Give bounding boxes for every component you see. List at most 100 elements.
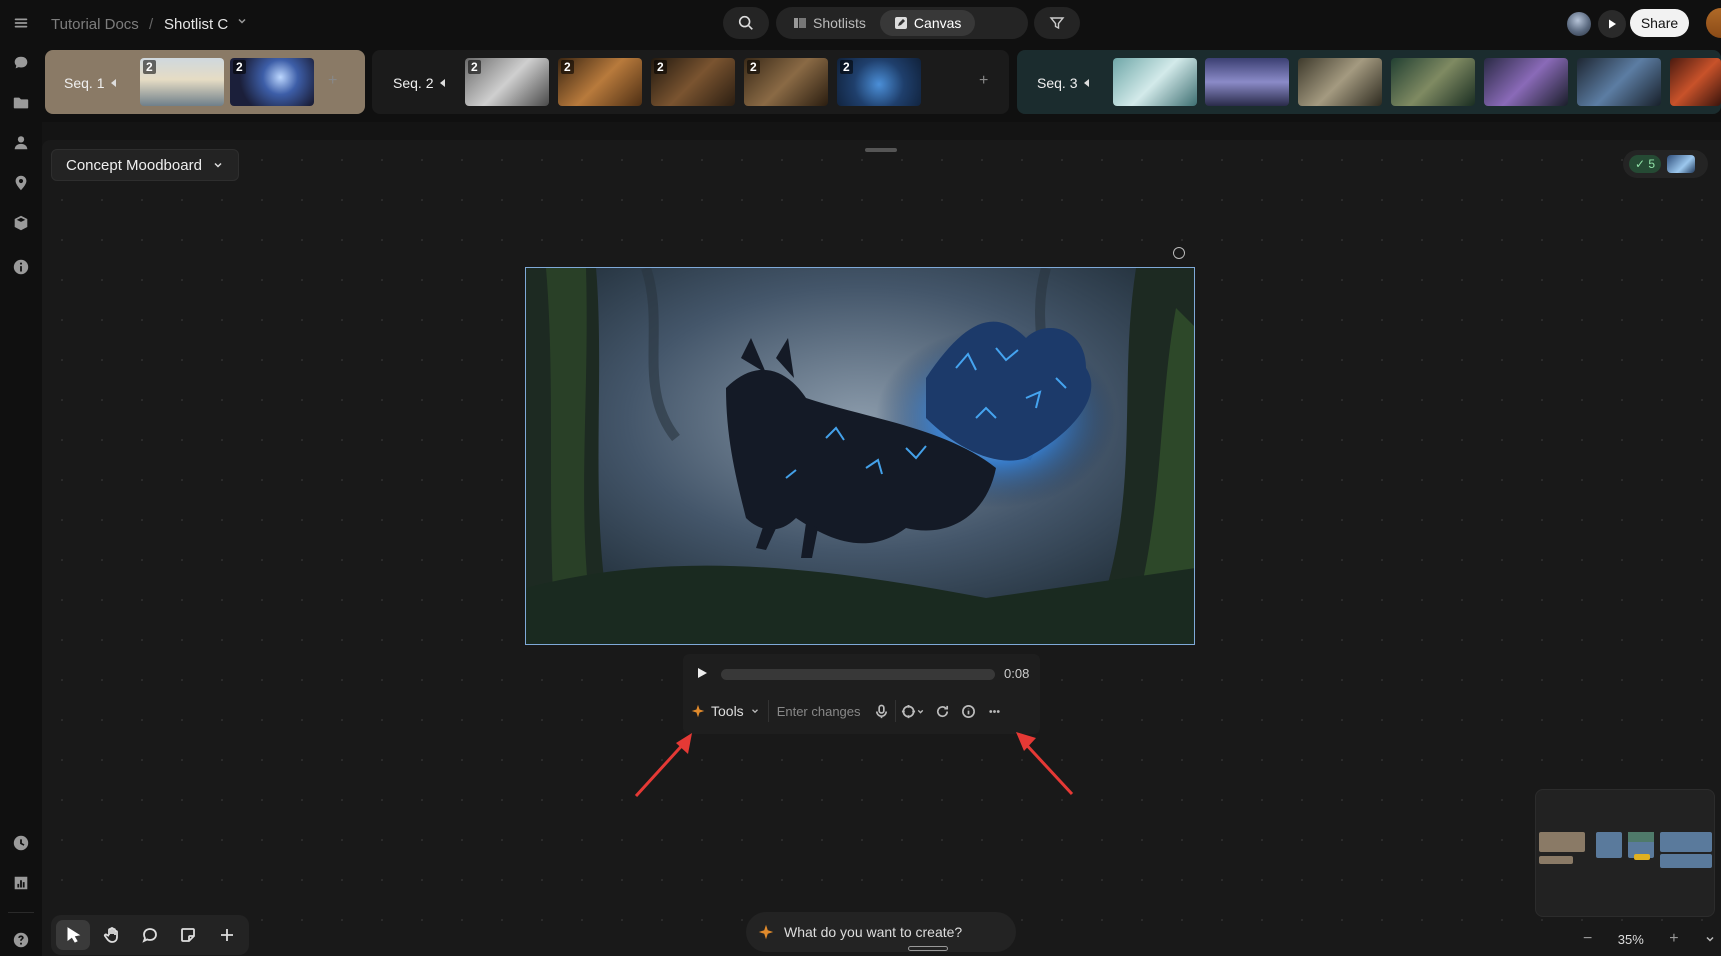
zoom-level[interactable]: 35%: [1618, 932, 1644, 947]
user-icon[interactable]: [11, 133, 31, 153]
play-presentation-button[interactable]: [1598, 10, 1626, 38]
rotate-handle[interactable]: [1173, 247, 1185, 259]
canvas-image-fox[interactable]: [525, 267, 1195, 645]
drag-handle[interactable]: [865, 148, 897, 152]
caret-left-icon: [440, 79, 446, 87]
microphone-icon[interactable]: [869, 698, 895, 724]
play-icon: [698, 668, 707, 678]
shot-thumbnail[interactable]: [1205, 58, 1289, 106]
minimap[interactable]: [1535, 789, 1715, 917]
more-options-icon[interactable]: [982, 698, 1008, 724]
comment-tool[interactable]: [133, 920, 167, 950]
shot-thumbnail[interactable]: 2: [837, 58, 921, 106]
shot-thumbnail[interactable]: 2: [465, 58, 549, 106]
prompt-resize-grip[interactable]: [908, 946, 948, 951]
shot-thumbnail[interactable]: 2: [744, 58, 828, 106]
sequence-label[interactable]: Seq. 1: [64, 75, 117, 91]
sequence-group[interactable]: Seq. 3: [1017, 50, 1721, 114]
shot-thumbnail[interactable]: [1670, 58, 1721, 106]
location-pin-icon[interactable]: [11, 173, 31, 193]
menu-icon[interactable]: [11, 13, 31, 33]
analytics-icon[interactable]: [11, 873, 31, 893]
image-toolbar: Tools: [683, 692, 1040, 730]
chevron-down-icon[interactable]: [1704, 933, 1716, 945]
sequence-group[interactable]: Seq. 2 2 2 2 2 2 +: [372, 50, 1009, 114]
filter-button[interactable]: [1034, 7, 1080, 39]
ai-generate-button[interactable]: [1706, 8, 1721, 38]
create-prompt-placeholder: What do you want to create?: [784, 924, 963, 940]
left-rail: [0, 0, 42, 956]
shot-thumbnail[interactable]: 2: [558, 58, 642, 106]
shot-thumbnail[interactable]: 2: [140, 58, 224, 106]
shot-thumbnail[interactable]: [1484, 58, 1568, 106]
shot-thumbnail[interactable]: 2: [230, 58, 314, 106]
chevron-down-icon[interactable]: [236, 14, 248, 31]
collaborator-count: 5: [1648, 157, 1656, 171]
pan-tool[interactable]: [94, 920, 128, 950]
sequence-title: Seq. 3: [1037, 75, 1078, 91]
chat-icon[interactable]: [11, 53, 31, 73]
breadcrumb-root[interactable]: Tutorial Docs: [51, 16, 139, 33]
history-icon[interactable]: [11, 833, 31, 853]
moodboard-select-label: Concept Moodboard: [66, 156, 202, 174]
collaborators-pill[interactable]: ✓ 5: [1623, 150, 1708, 178]
view-toggle: Shotlists Canvas: [776, 7, 1028, 39]
add-shot-button[interactable]: +: [979, 72, 988, 90]
canvas-area[interactable]: Concept Moodboard ✓ 5 0:08 Tools Enter c…: [42, 140, 1721, 956]
shotlist-icon: [794, 18, 806, 28]
media-player: 0:08 Tools: [683, 654, 1040, 734]
top-bar: Tutorial Docs / Shotlist C Shotlists Can…: [42, 0, 1721, 48]
search-button[interactable]: [723, 7, 769, 39]
plus-icon: [220, 929, 233, 941]
zoom-in-button[interactable]: +: [1669, 930, 1678, 948]
info-icon[interactable]: [956, 698, 982, 724]
sequence-title: Seq. 1: [64, 75, 105, 91]
shot-thumbnail[interactable]: [1391, 58, 1475, 106]
cursor-icon: [67, 927, 81, 943]
add-shot-button[interactable]: +: [328, 72, 337, 90]
canvas-tool-palette: [51, 915, 249, 955]
breadcrumb-separator: /: [149, 16, 154, 33]
create-prompt-bar[interactable]: What do you want to create?: [746, 912, 1016, 952]
sequence-label[interactable]: Seq. 3: [1037, 75, 1090, 91]
cube-icon[interactable]: [11, 213, 31, 233]
shot-thumbnail[interactable]: [1577, 58, 1661, 106]
regenerate-icon[interactable]: [930, 698, 956, 724]
tools-dropdown[interactable]: Tools: [683, 696, 768, 726]
help-icon[interactable]: [11, 930, 31, 950]
sequence-group[interactable]: Seq. 1 2 2 +: [45, 50, 365, 114]
crosshair-icon: [901, 704, 915, 718]
zoom-out-button[interactable]: −: [1583, 930, 1592, 948]
shot-thumbnail[interactable]: [1113, 58, 1197, 106]
shot-count-badge: 2: [468, 60, 481, 74]
sticky-note-icon: [181, 928, 196, 942]
comment-icon: [142, 928, 157, 943]
sequence-strip: Seq. 1 2 2 + Seq. 2 2 2 2 2 2 + Seq. 3: [42, 48, 1721, 122]
tab-shotlists[interactable]: Shotlists: [779, 10, 880, 36]
sequence-label[interactable]: Seq. 2: [393, 75, 446, 91]
sticky-note-tool[interactable]: [171, 920, 205, 950]
chevron-down-icon: [751, 709, 758, 714]
info-icon[interactable]: [11, 257, 31, 277]
shot-count-badge: 2: [654, 60, 667, 74]
chevron-down-icon: [917, 709, 923, 714]
shot-count-badge: 2: [561, 60, 574, 74]
caret-left-icon: [1084, 79, 1090, 87]
shot-thumbnail[interactable]: 2: [651, 58, 735, 106]
target-dropdown[interactable]: [896, 698, 930, 724]
play-button[interactable]: [693, 664, 711, 682]
canvas-edit-icon: [894, 17, 907, 29]
share-button[interactable]: Share: [1630, 9, 1689, 37]
progress-bar[interactable]: [721, 669, 995, 680]
tab-canvas[interactable]: Canvas: [879, 10, 976, 36]
select-tool[interactable]: [56, 920, 91, 950]
changes-input[interactable]: [768, 698, 869, 724]
shot-thumbnail[interactable]: [1298, 58, 1382, 106]
moodboard-select[interactable]: Concept Moodboard: [51, 149, 239, 181]
add-tool[interactable]: [210, 920, 244, 950]
folder-icon[interactable]: [11, 93, 31, 113]
collaborator-count-badge: ✓ 5: [1629, 155, 1662, 173]
play-icon: [1609, 19, 1616, 29]
avatar[interactable]: [1567, 12, 1591, 36]
breadcrumb-current[interactable]: Shotlist C: [164, 16, 228, 33]
